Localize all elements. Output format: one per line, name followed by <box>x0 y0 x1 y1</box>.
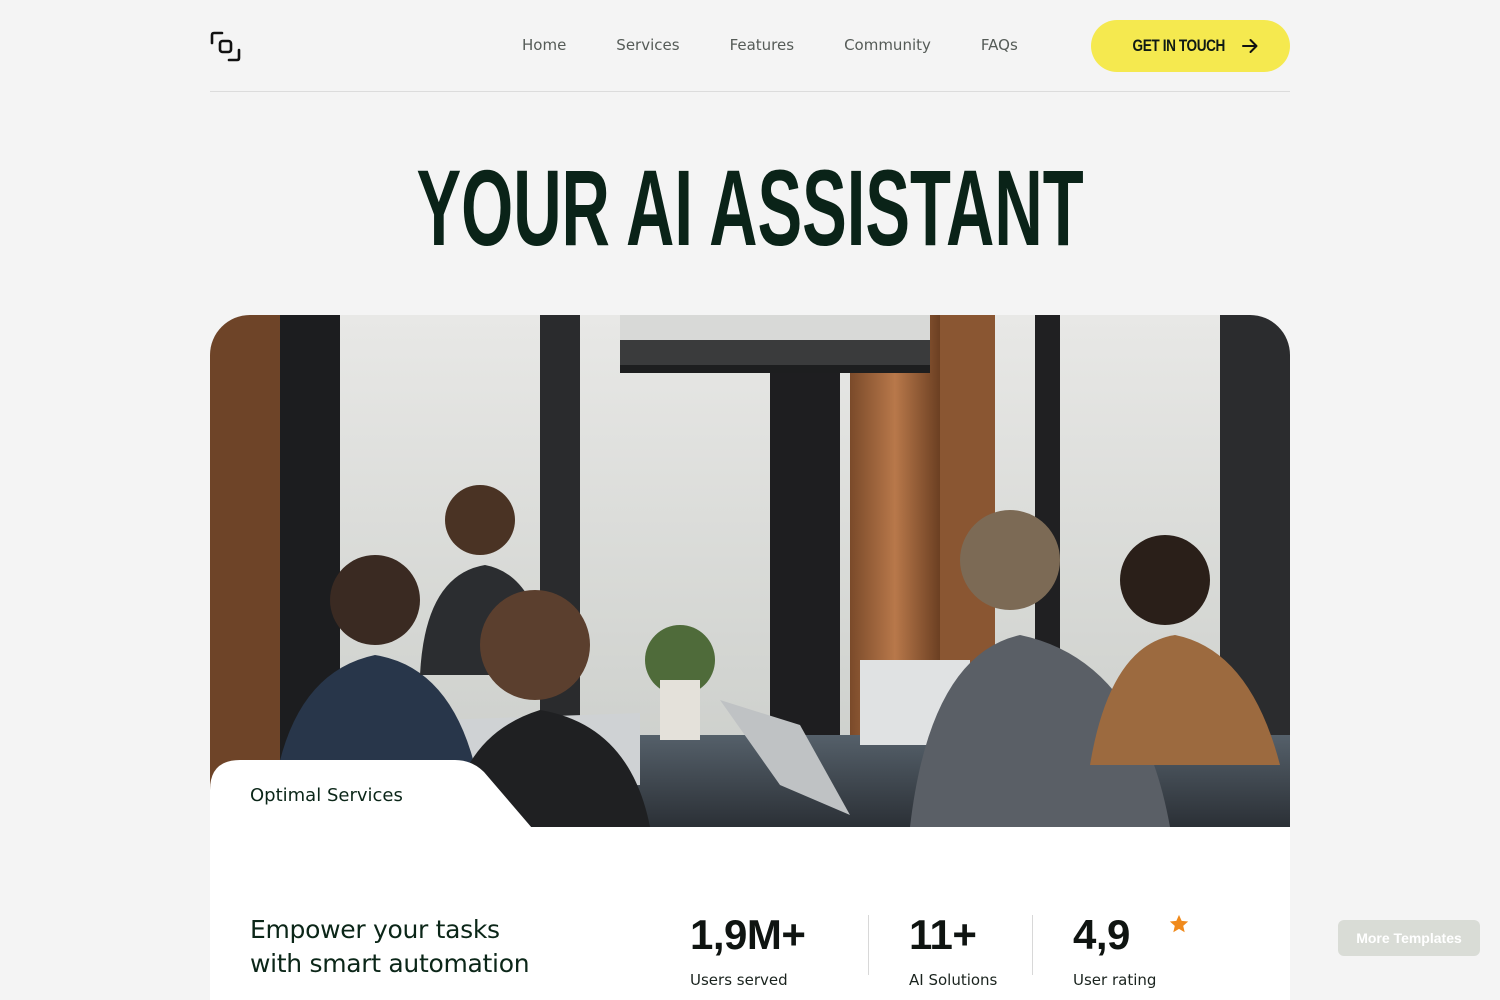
hero-title-text: YOUR AI ASSISTANT <box>416 147 1084 268</box>
nav-community[interactable]: Community <box>844 35 931 55</box>
stat-value: 4,9 <box>1073 911 1130 958</box>
arrow-right-icon <box>1242 39 1258 53</box>
stat-label: AI Solutions <box>909 971 998 989</box>
stat-value: 1,9M+ <box>690 911 806 958</box>
stat-ai-solutions: 11+ AI Solutions <box>909 911 998 990</box>
nav-home[interactable]: Home <box>522 35 566 55</box>
team-meeting-photo <box>210 315 1290 827</box>
nav-faqs[interactable]: FAQs <box>981 35 1018 55</box>
tagline: Empower your tasks with smart automation <box>250 913 530 981</box>
optimal-services-label: Optimal Services <box>250 785 403 806</box>
hero-card: Optimal Services Empower your tasks with… <box>210 315 1290 1000</box>
nav-features[interactable]: Features <box>730 35 795 55</box>
top-navigation: Home Services Features Community FAQs GE… <box>210 0 1290 92</box>
stat-divider <box>868 915 869 975</box>
stat-value: 11+ <box>909 911 977 958</box>
more-templates-button[interactable]: More Templates <box>1338 920 1480 956</box>
star-icon <box>1169 914 1189 933</box>
stat-label: User rating <box>1073 971 1157 989</box>
chain-link-icon[interactable] <box>210 31 241 62</box>
get-in-touch-label: GET IN TOUCH <box>1132 36 1225 55</box>
get-in-touch-button[interactable]: GET IN TOUCH <box>1091 20 1290 72</box>
tagline-line-2: with smart automation <box>250 949 530 978</box>
hero-title: YOUR AI ASSISTANT <box>210 148 1290 268</box>
tagline-line-1: Empower your tasks <box>250 915 500 944</box>
stat-divider <box>1032 915 1033 975</box>
stat-user-rating: 4,9 User rating <box>1073 911 1157 990</box>
stat-label: Users served <box>690 971 788 989</box>
page-container: Home Services Features Community FAQs GE… <box>210 0 1290 1000</box>
nav-links: Home Services Features Community FAQs <box>522 35 1068 55</box>
nav-services[interactable]: Services <box>616 35 679 55</box>
stat-users-served: 1,9M+ Users served <box>690 911 806 990</box>
